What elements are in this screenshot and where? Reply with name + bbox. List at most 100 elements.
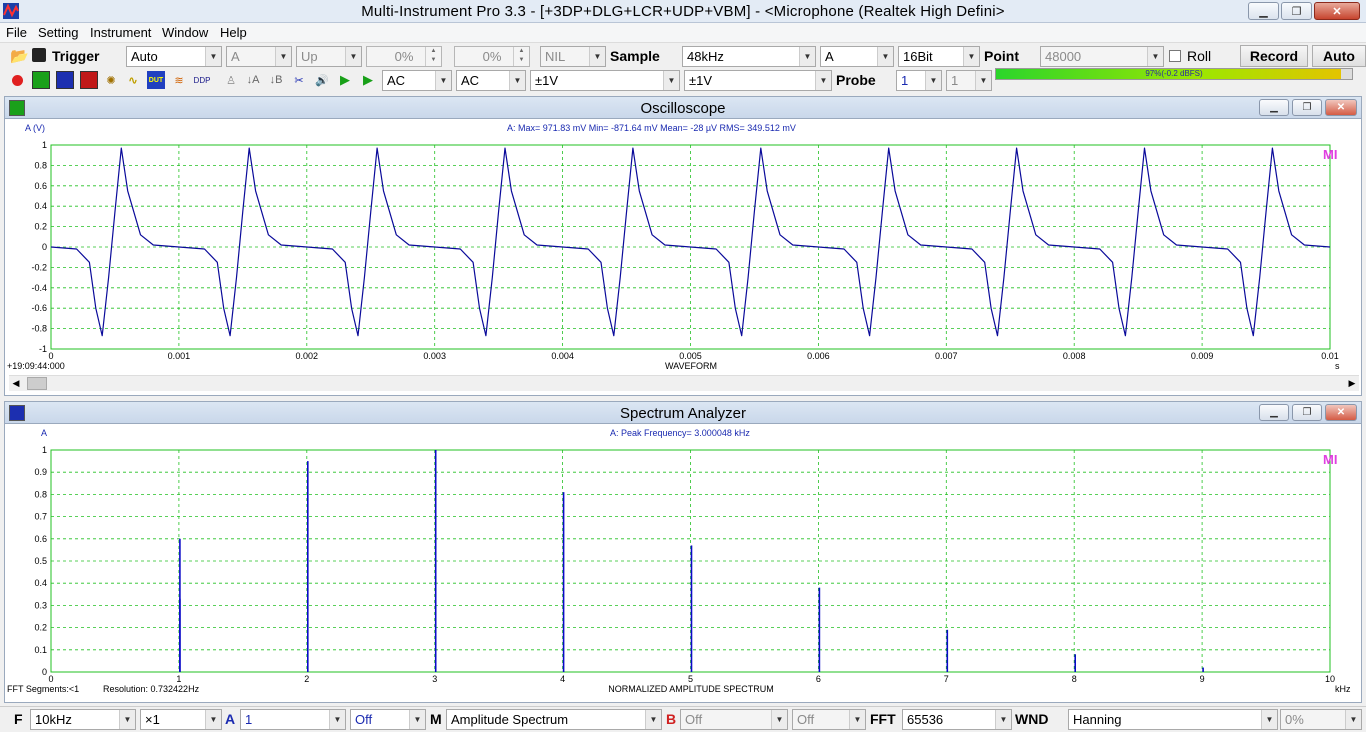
phase-plot-icon[interactable]: ✺ xyxy=(102,71,120,89)
probe-tool-icon[interactable]: ✂ xyxy=(290,71,308,89)
mi-badge: MI xyxy=(1323,452,1337,467)
nil-select[interactable]: NIL ▼ xyxy=(540,46,606,67)
spectrum-analyzer-icon[interactable] xyxy=(56,71,74,89)
spectrum-minimize-button[interactable]: ▁ xyxy=(1259,404,1289,421)
x-tick-label: 10 xyxy=(1325,674,1335,684)
b-off-select[interactable]: Off ▼ xyxy=(680,709,788,730)
scroll-right-icon[interactable]: ▶ xyxy=(1345,378,1359,389)
scroll-thumb[interactable] xyxy=(27,377,47,390)
bits-select[interactable]: 16Bit ▼ xyxy=(898,46,980,67)
channel-select[interactable]: A ▼ xyxy=(820,46,894,67)
x-tick-label: 9 xyxy=(1200,674,1205,684)
coupling-a-select[interactable]: AC ▼ xyxy=(382,70,452,91)
y-tick-label: 0.9 xyxy=(34,467,47,477)
save-icon[interactable] xyxy=(32,48,46,62)
fft-size-select[interactable]: 65536 ▼ xyxy=(902,709,1012,730)
b-off2-select[interactable]: Off ▼ xyxy=(792,709,866,730)
trigger-edge-select[interactable]: Up ▼ xyxy=(296,46,362,67)
oscilloscope-icon[interactable] xyxy=(32,71,50,89)
sample-rate-select[interactable]: 48kHz ▼ xyxy=(682,46,816,67)
frequency-range-select[interactable]: 10kHz ▼ xyxy=(30,709,136,730)
auto-button[interactable]: Auto xyxy=(1312,45,1366,67)
spectrum-close-button[interactable]: ✕ xyxy=(1325,404,1357,421)
point-label: Point xyxy=(984,48,1019,64)
zoom-select[interactable]: ×1 ▼ xyxy=(140,709,222,730)
y-tick-label: -0.4 xyxy=(31,283,47,293)
multimeter-icon[interactable] xyxy=(80,71,98,89)
y-tick-label: -0.8 xyxy=(31,324,47,334)
minimize-button[interactable]: ▁ xyxy=(1248,2,1279,20)
menu-setting[interactable]: Setting xyxy=(38,25,78,40)
record-button[interactable]: Record xyxy=(1240,45,1308,67)
roll-label: Roll xyxy=(1187,48,1212,64)
calibrate-icon[interactable]: ♙ xyxy=(222,71,240,89)
x-axis-unit: kHz xyxy=(1335,684,1351,694)
scroll-left-icon[interactable]: ◀ xyxy=(9,378,23,389)
trigger-level-spinner[interactable]: 0% ▲ ▼ xyxy=(366,46,442,67)
oscilloscope-plot[interactable]: A (V) A: Max= 971.83 mV Min= -871.64 mV M… xyxy=(5,119,1361,375)
signal-generator-icon[interactable]: ∿ xyxy=(124,71,142,89)
b-label: B xyxy=(666,711,677,727)
trigger-delay-spinner[interactable]: 0% ▲ ▼ xyxy=(454,46,530,67)
fft-segments-info: FFT Segments:<1 xyxy=(7,684,79,694)
menu-instrument[interactable]: Instrument xyxy=(90,25,151,40)
data-logger-icon[interactable]: ≋ xyxy=(170,71,188,89)
oscilloscope-minimize-button[interactable]: ▁ xyxy=(1259,99,1289,116)
toolbar-top: 📂 Trigger Auto ▼ A ▼ Up ▼ 0% ▲ ▼ 0% ▲ ▼ NIL ▼ Sa… xyxy=(0,44,1366,68)
spectrum-titlebar[interactable]: Spectrum Analyzer ▁ ❐ ✕ xyxy=(5,402,1361,424)
oscilloscope-titlebar[interactable]: Oscilloscope ▁ ❐ ✕ xyxy=(5,97,1361,119)
maximize-button[interactable]: ❐ xyxy=(1281,2,1312,20)
range-b-select[interactable]: ±1V ▼ xyxy=(684,70,832,91)
points-select[interactable]: 48000 ▼ xyxy=(1040,46,1164,67)
ddp-icon[interactable]: DDP xyxy=(193,71,211,89)
start-record-icon[interactable] xyxy=(11,74,23,86)
y-tick-label: 0.2 xyxy=(34,222,47,232)
mode-select[interactable]: Amplitude Spectrum ▼ xyxy=(446,709,662,730)
menu-file[interactable]: File xyxy=(6,25,27,40)
trigger-label: Trigger xyxy=(52,48,100,64)
trigger-channel-select[interactable]: A ▼ xyxy=(226,46,292,67)
dut-icon[interactable]: DUT xyxy=(147,71,165,89)
open-folder-icon[interactable]: 📂 xyxy=(10,47,29,65)
close-button[interactable]: ✕ xyxy=(1314,2,1360,20)
oscilloscope-close-button[interactable]: ✕ xyxy=(1325,99,1357,116)
overlap-select[interactable]: 0% ▼ xyxy=(1280,709,1362,730)
probe-b-select[interactable]: 1 ▼ xyxy=(946,70,992,91)
menu-bar: File Setting Instrument Window Help xyxy=(0,23,1366,43)
speaker-icon[interactable]: 🔊 xyxy=(313,71,331,89)
cursor-a-icon[interactable]: ↓A xyxy=(244,71,262,89)
x-tick-label: 0.001 xyxy=(168,351,191,361)
title-bar: Multi-Instrument Pro 3.3 - [+3DP+DLG+LCR… xyxy=(0,0,1366,23)
oscilloscope-scrollbar[interactable]: ◀ ▶ xyxy=(9,375,1359,391)
channel-label: A xyxy=(41,428,47,438)
y-tick-label: 0.4 xyxy=(34,578,47,588)
wnd-label: WND xyxy=(1015,711,1049,727)
run-icon[interactable]: ▶ xyxy=(336,71,354,89)
x-tick-label: 0 xyxy=(48,351,53,361)
y-tick-label: 0.7 xyxy=(34,512,47,522)
menu-window[interactable]: Window xyxy=(162,25,208,40)
x-tick-label: 0.004 xyxy=(551,351,574,361)
probe-label: Probe xyxy=(836,72,876,88)
y-tick-label: 0.1 xyxy=(34,645,47,655)
roll-checkbox[interactable] xyxy=(1169,50,1181,62)
a-value-select[interactable]: 1 ▼ xyxy=(240,709,346,730)
oscilloscope-title: Oscilloscope xyxy=(640,100,726,117)
oscilloscope-restore-button[interactable]: ❐ xyxy=(1292,99,1322,116)
spectrum-restore-button[interactable]: ❐ xyxy=(1292,404,1322,421)
oscilloscope-panel: Oscilloscope ▁ ❐ ✕ A (V) A: Max= 971.83 m… xyxy=(4,96,1362,396)
run-once-icon[interactable]: ▶ xyxy=(359,71,377,89)
menu-help[interactable]: Help xyxy=(220,25,247,40)
range-a-select[interactable]: ±1V ▼ xyxy=(530,70,680,91)
x-tick-label: 6 xyxy=(816,674,821,684)
coupling-b-select[interactable]: AC ▼ xyxy=(456,70,526,91)
spectrum-plot[interactable]: A A: Peak Frequency= 3.000048 kHz 1 0.9 0.8 0… xyxy=(5,424,1361,700)
y-tick-label: 0.2 xyxy=(34,623,47,633)
cursor-b-icon[interactable]: ↓B xyxy=(267,71,285,89)
a-off-select[interactable]: Off ▼ xyxy=(350,709,426,730)
window-function-select[interactable]: Hanning ▼ xyxy=(1068,709,1278,730)
a-label: A xyxy=(225,711,236,727)
probe-a-select[interactable]: 1 ▼ xyxy=(896,70,942,91)
trigger-mode-select[interactable]: Auto ▼ xyxy=(126,46,222,67)
x-tick-label: 5 xyxy=(688,674,693,684)
